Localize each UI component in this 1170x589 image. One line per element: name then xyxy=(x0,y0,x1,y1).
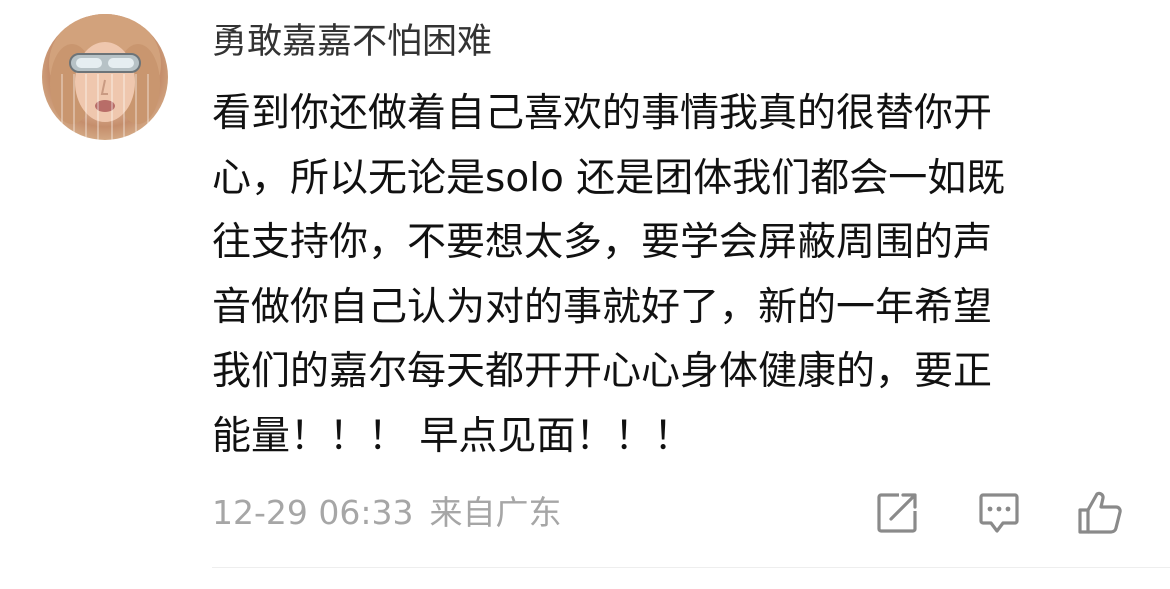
comment-text-line: 看到你还做着自己喜欢的事情我真的很替你开 xyxy=(212,91,993,136)
comment-item: 勇敢嘉嘉不怕困难 看到你还做着自己喜欢的事情我真的很替你开 心，所以无论是sol… xyxy=(0,0,1170,589)
username[interactable]: 勇敢嘉嘉不怕困难 xyxy=(212,16,492,68)
comment-meta: 12-29 06:33 来自广东 xyxy=(212,490,577,536)
comment-icon xyxy=(979,493,1019,533)
avatar-image xyxy=(49,14,161,140)
comment-text: 看到你还做着自己喜欢的事情我真的很替你开 心，所以无论是solo 还是团体我们都… xyxy=(212,82,1122,469)
comment-text-line: 我们的嘉尔每天都开开心心身体健康的，要正 xyxy=(212,349,993,394)
comment-text-line: 能量！！！ 早点见面！！！ xyxy=(212,413,693,459)
comment-text-line: 心，所以无论是solo 还是团体我们都会一如既 xyxy=(212,155,1006,201)
timestamp: 12-29 06:33 xyxy=(212,493,414,532)
comment-text-line: 音做你自己认为对的事就好了，新的一年希望 xyxy=(212,284,993,330)
comment-button[interactable] xyxy=(976,490,1022,536)
like-button[interactable] xyxy=(1077,490,1123,536)
location: 来自广东 xyxy=(429,493,562,532)
divider xyxy=(212,567,1170,568)
share-icon xyxy=(877,493,917,533)
user-avatar[interactable] xyxy=(42,14,168,140)
share-button[interactable] xyxy=(874,490,920,536)
comment-text-line: 往支持你，不要想太多，要学会屏蔽周围的声 xyxy=(212,220,993,265)
thumbs-up-icon xyxy=(1078,491,1122,534)
